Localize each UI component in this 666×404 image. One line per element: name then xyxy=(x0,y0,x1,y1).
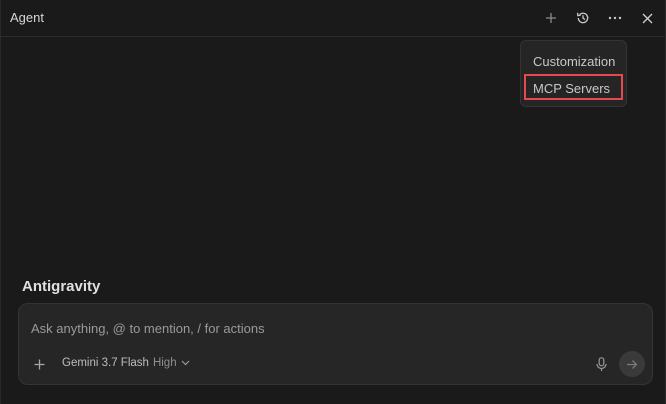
send-button[interactable] xyxy=(619,351,645,377)
prompt-input[interactable] xyxy=(31,321,551,336)
ellipsis-icon xyxy=(608,16,622,20)
chevron-down-icon xyxy=(181,360,190,366)
more-options-button[interactable] xyxy=(604,7,626,29)
history-button[interactable] xyxy=(572,7,594,29)
model-selector[interactable]: Gemini 3.7 Flash High xyxy=(62,357,190,369)
plus-icon xyxy=(546,13,556,23)
agent-window: Agent Customization MCP Servers Antigrav… xyxy=(0,0,666,404)
composer-box: Gemini 3.7 Flash High xyxy=(18,303,653,385)
header-bar: Agent xyxy=(1,0,665,37)
microphone-button[interactable] xyxy=(593,355,609,373)
options-menu: Customization MCP Servers xyxy=(520,40,627,107)
window-title: Agent xyxy=(10,10,44,25)
menu-item-customization[interactable]: Customization xyxy=(533,54,615,69)
plus-icon xyxy=(34,359,44,369)
model-name: Gemini 3.7 Flash xyxy=(62,357,149,369)
menu-item-mcp-servers[interactable]: MCP Servers xyxy=(533,81,610,96)
history-icon xyxy=(576,12,589,24)
section-title: Antigravity xyxy=(22,278,101,295)
close-button[interactable] xyxy=(636,7,658,29)
arrow-right-icon xyxy=(627,359,638,369)
new-chat-button[interactable] xyxy=(540,7,562,29)
microphone-icon xyxy=(595,356,607,371)
model-level: High xyxy=(152,357,177,369)
add-context-button[interactable] xyxy=(31,356,47,372)
close-icon xyxy=(642,13,652,23)
